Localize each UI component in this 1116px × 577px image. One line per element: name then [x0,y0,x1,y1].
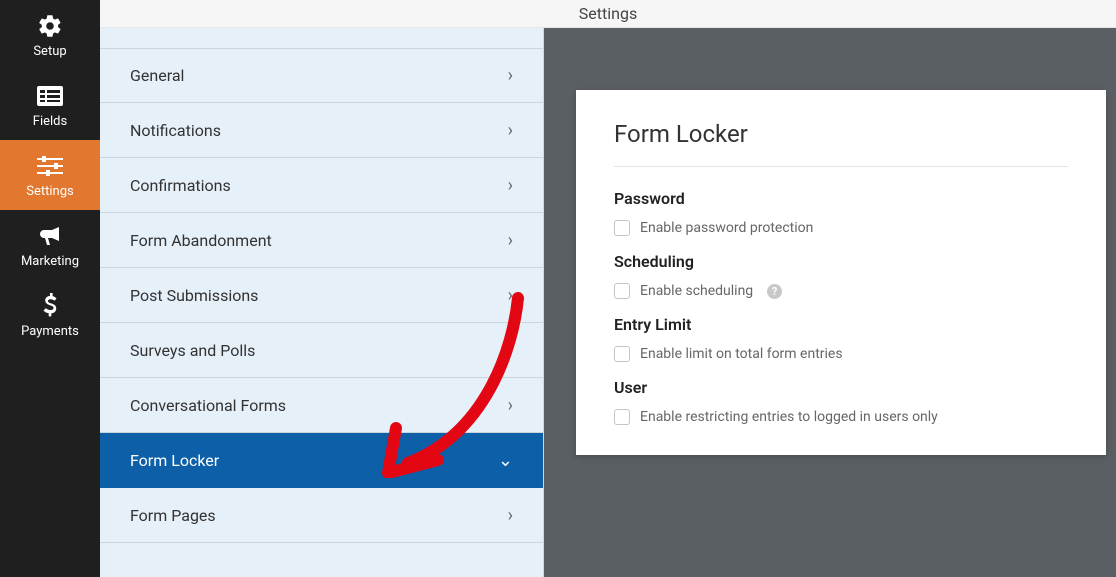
help-icon[interactable]: ? [767,284,782,299]
sidebar-item-marketing[interactable]: Marketing [0,210,100,280]
submenu-item-form-abandonment[interactable]: Form Abandonment › [100,213,543,268]
submenu-item-confirmations[interactable]: Confirmations › [100,158,543,213]
submenu-label: Surveys and Polls [130,341,255,360]
sidebar-label: Settings [26,184,73,199]
submenu-item-post-submissions[interactable]: Post Submissions › [100,268,543,323]
submenu-item-conversational-forms[interactable]: Conversational Forms › [100,378,543,433]
chevron-right-icon: › [508,505,513,526]
user-section-label: User [614,378,1068,397]
sidebar-label: Fields [33,114,67,129]
password-checkbox[interactable] [614,220,630,236]
submenu-label: Form Pages [130,506,216,525]
entry-limit-checkbox[interactable] [614,346,630,362]
sliders-icon [0,152,100,180]
password-section-label: Password [614,189,1068,208]
submenu-label: Post Submissions [130,286,258,305]
submenu-item-form-locker[interactable]: Form Locker ⌄ [100,433,543,488]
submenu-label: Form Abandonment [130,231,272,250]
list-icon [0,82,100,110]
bullhorn-icon [0,222,100,250]
chevron-right-icon: › [508,65,513,86]
chevron-right-icon: › [508,395,513,416]
form-locker-panel: Form Locker Password Enable password pro… [576,90,1106,455]
submenu-label: Notifications [130,121,221,140]
submenu-label: General [130,66,184,85]
submenu-item-form-pages[interactable]: Form Pages › [100,488,543,543]
submenu-item-general[interactable]: General › [100,48,543,103]
page-title: Settings [100,0,1116,28]
content-area: Form Locker Password Enable password pro… [544,28,1116,577]
entry-limit-check-label: Enable limit on total form entries [640,346,843,362]
password-check-label: Enable password protection [640,220,813,236]
scheduling-check-label: Enable scheduling [640,283,753,299]
submenu-item-surveys-polls[interactable]: Surveys and Polls › [100,323,543,378]
chevron-right-icon: › [508,120,513,141]
chevron-right-icon: › [508,285,513,306]
submenu-item-notifications[interactable]: Notifications › [100,103,543,158]
gear-icon [0,12,100,40]
panel-title: Form Locker [614,120,1068,167]
sidebar: Setup Fields Settings Marketing Payments [0,0,100,577]
user-check-label: Enable restricting entries to logged in … [640,409,938,425]
scheduling-checkbox[interactable] [614,283,630,299]
entry-limit-section-label: Entry Limit [614,315,1068,334]
sidebar-label: Payments [21,324,79,339]
sidebar-label: Marketing [21,254,79,269]
sidebar-item-payments[interactable]: Payments [0,280,100,350]
user-checkbox[interactable] [614,409,630,425]
chevron-down-icon: ⌄ [498,450,513,471]
dollar-icon [0,292,100,320]
sidebar-label: Setup [33,44,66,59]
settings-submenu: General › Notifications › Confirmations … [100,28,544,577]
sidebar-item-setup[interactable]: Setup [0,0,100,70]
scheduling-section-label: Scheduling [614,252,1068,271]
chevron-right-icon: › [508,340,513,361]
chevron-right-icon: › [508,175,513,196]
submenu-label: Form Locker [130,451,219,470]
chevron-right-icon: › [508,230,513,251]
sidebar-item-settings[interactable]: Settings [0,140,100,210]
submenu-label: Confirmations [130,176,231,195]
submenu-label: Conversational Forms [130,396,286,415]
sidebar-item-fields[interactable]: Fields [0,70,100,140]
